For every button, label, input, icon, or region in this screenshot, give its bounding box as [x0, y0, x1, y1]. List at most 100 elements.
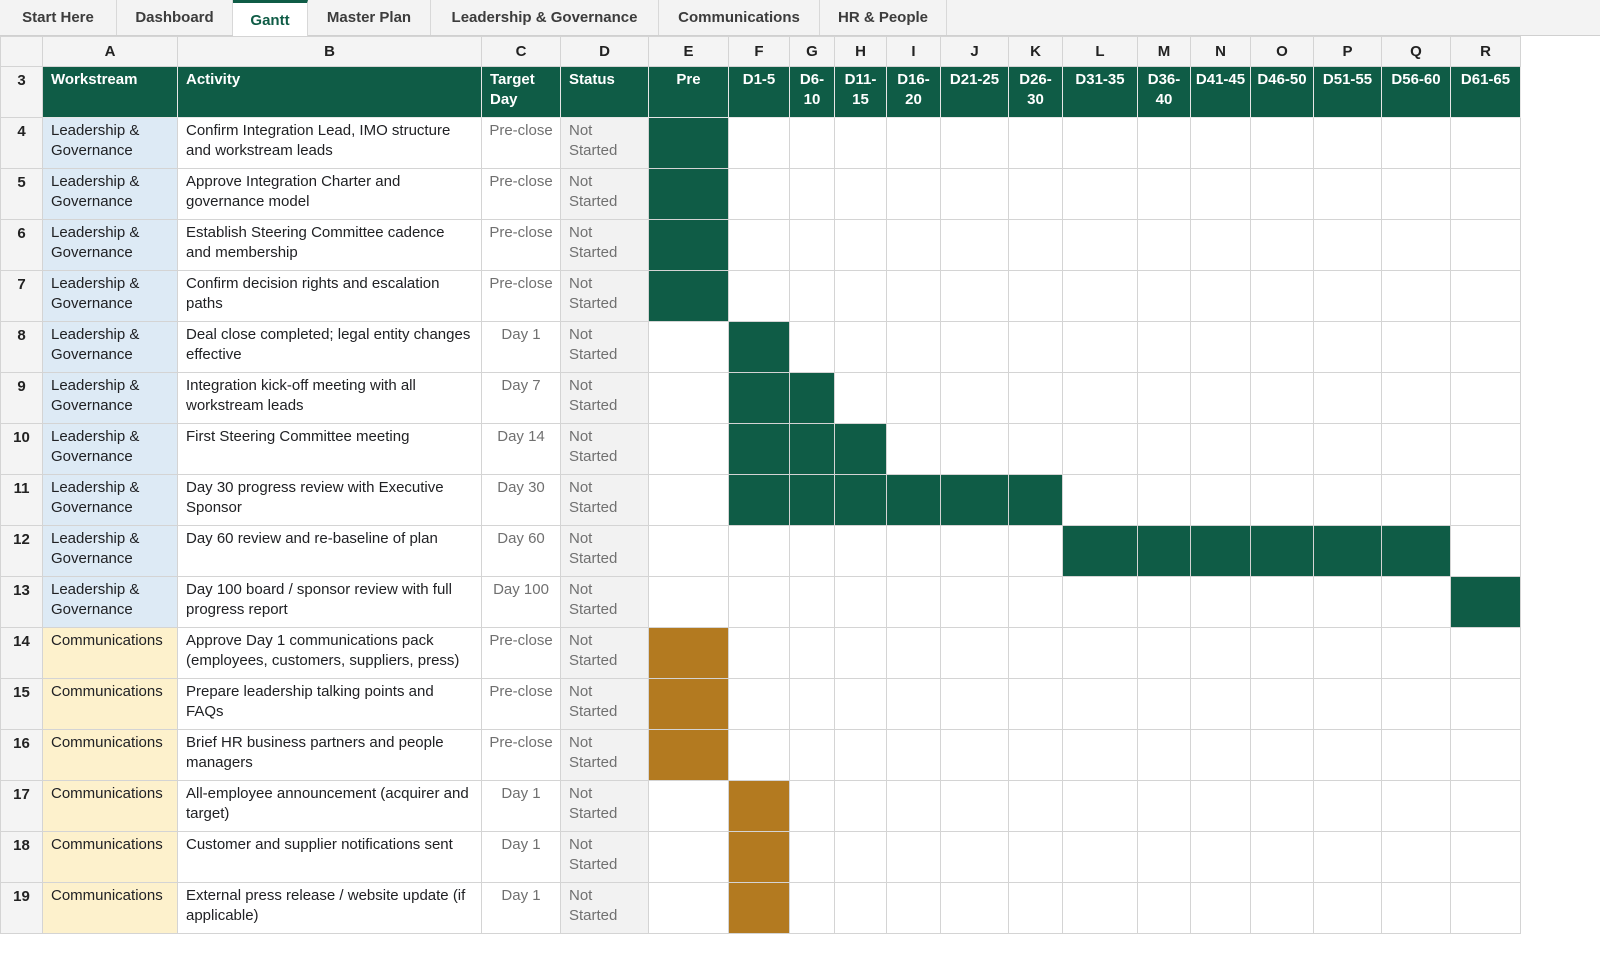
column-header-q[interactable]: Q [1381, 36, 1451, 67]
gantt-empty-cell[interactable] [886, 270, 941, 322]
gantt-empty-cell[interactable] [1381, 219, 1451, 271]
gantt-empty-cell[interactable] [834, 321, 887, 373]
activity-cell[interactable]: Confirm Integration Lead, IMO structure … [177, 117, 482, 169]
workstream-cell[interactable]: Leadership & Governance [42, 168, 178, 220]
gantt-empty-cell[interactable] [1137, 882, 1191, 934]
gantt-empty-cell[interactable] [1381, 882, 1451, 934]
gantt-empty-cell[interactable] [789, 882, 835, 934]
column-header-r[interactable]: R [1450, 36, 1521, 67]
header-period[interactable]: D26-30 [1008, 66, 1063, 118]
target-day-cell[interactable]: Day 1 [481, 321, 561, 373]
gantt-empty-cell[interactable] [789, 117, 835, 169]
gantt-empty-cell[interactable] [1313, 831, 1382, 883]
gantt-empty-cell[interactable] [834, 729, 887, 781]
gantt-bar-cell[interactable] [648, 729, 729, 781]
gantt-empty-cell[interactable] [648, 780, 729, 832]
gantt-empty-cell[interactable] [1062, 729, 1138, 781]
workstream-cell[interactable]: Leadership & Governance [42, 219, 178, 271]
target-day-cell[interactable]: Day 60 [481, 525, 561, 577]
gantt-bar-cell[interactable] [1450, 576, 1521, 628]
gantt-bar-cell[interactable] [728, 372, 790, 424]
gantt-empty-cell[interactable] [1137, 117, 1191, 169]
workstream-cell[interactable]: Leadership & Governance [42, 321, 178, 373]
gantt-empty-cell[interactable] [1190, 831, 1251, 883]
gantt-empty-cell[interactable] [1190, 168, 1251, 220]
gantt-empty-cell[interactable] [1137, 576, 1191, 628]
gantt-empty-cell[interactable] [1008, 321, 1063, 373]
gantt-empty-cell[interactable] [1190, 270, 1251, 322]
gantt-empty-cell[interactable] [1381, 831, 1451, 883]
gantt-bar-cell[interactable] [648, 219, 729, 271]
tab-dashboard[interactable]: Dashboard [117, 0, 233, 35]
gantt-empty-cell[interactable] [789, 168, 835, 220]
header-period[interactable]: Pre [648, 66, 729, 118]
row-number[interactable]: 5 [0, 168, 43, 220]
gantt-empty-cell[interactable] [940, 525, 1009, 577]
gantt-empty-cell[interactable] [1062, 627, 1138, 679]
gantt-bar-cell[interactable] [834, 423, 887, 475]
workstream-cell[interactable]: Communications [42, 831, 178, 883]
gantt-empty-cell[interactable] [728, 678, 790, 730]
activity-cell[interactable]: Approve Integration Charter and governan… [177, 168, 482, 220]
gantt-empty-cell[interactable] [1313, 729, 1382, 781]
status-cell[interactable]: Not Started [560, 729, 649, 781]
gantt-empty-cell[interactable] [1137, 270, 1191, 322]
gantt-empty-cell[interactable] [648, 372, 729, 424]
row-number[interactable]: 4 [0, 117, 43, 169]
gantt-empty-cell[interactable] [1250, 321, 1314, 373]
gantt-empty-cell[interactable] [1450, 321, 1521, 373]
activity-cell[interactable]: Deal close completed; legal entity chang… [177, 321, 482, 373]
column-header-l[interactable]: L [1062, 36, 1138, 67]
gantt-empty-cell[interactable] [886, 780, 941, 832]
gantt-empty-cell[interactable] [1313, 576, 1382, 628]
workstream-cell[interactable]: Communications [42, 882, 178, 934]
gantt-empty-cell[interactable] [1062, 321, 1138, 373]
gantt-bar-cell[interactable] [648, 270, 729, 322]
target-day-cell[interactable]: Day 100 [481, 576, 561, 628]
gantt-empty-cell[interactable] [789, 576, 835, 628]
gantt-empty-cell[interactable] [1008, 780, 1063, 832]
column-header-m[interactable]: M [1137, 36, 1191, 67]
gantt-empty-cell[interactable] [1313, 882, 1382, 934]
gantt-bar-cell[interactable] [789, 372, 835, 424]
gantt-empty-cell[interactable] [886, 678, 941, 730]
gantt-empty-cell[interactable] [834, 117, 887, 169]
row-number[interactable]: 10 [0, 423, 43, 475]
gantt-empty-cell[interactable] [886, 372, 941, 424]
column-header-i[interactable]: I [886, 36, 941, 67]
gantt-empty-cell[interactable] [1137, 627, 1191, 679]
status-cell[interactable]: Not Started [560, 780, 649, 832]
gantt-empty-cell[interactable] [728, 525, 790, 577]
gantt-empty-cell[interactable] [1250, 474, 1314, 526]
gantt-empty-cell[interactable] [886, 831, 941, 883]
header-period[interactable]: D6-10 [789, 66, 835, 118]
activity-cell[interactable]: First Steering Committee meeting [177, 423, 482, 475]
gantt-bar-cell[interactable] [1381, 525, 1451, 577]
target-day-cell[interactable]: Pre-close [481, 270, 561, 322]
gantt-empty-cell[interactable] [886, 576, 941, 628]
row-number[interactable]: 17 [0, 780, 43, 832]
gantt-empty-cell[interactable] [1450, 780, 1521, 832]
gantt-empty-cell[interactable] [1190, 117, 1251, 169]
status-cell[interactable]: Not Started [560, 627, 649, 679]
gantt-empty-cell[interactable] [1190, 780, 1251, 832]
workstream-cell[interactable]: Leadership & Governance [42, 372, 178, 424]
gantt-empty-cell[interactable] [1137, 321, 1191, 373]
gantt-empty-cell[interactable] [1137, 474, 1191, 526]
gantt-empty-cell[interactable] [1062, 576, 1138, 628]
gantt-empty-cell[interactable] [789, 627, 835, 679]
gantt-empty-cell[interactable] [1313, 780, 1382, 832]
row-number[interactable]: 8 [0, 321, 43, 373]
status-cell[interactable]: Not Started [560, 219, 649, 271]
gantt-bar-cell[interactable] [648, 627, 729, 679]
gantt-bar-cell[interactable] [940, 474, 1009, 526]
gantt-empty-cell[interactable] [1250, 831, 1314, 883]
row-number[interactable]: 12 [0, 525, 43, 577]
gantt-bar-cell[interactable] [728, 780, 790, 832]
target-day-cell[interactable]: Pre-close [481, 117, 561, 169]
gantt-empty-cell[interactable] [834, 525, 887, 577]
gantt-bar-cell[interactable] [1062, 525, 1138, 577]
gantt-empty-cell[interactable] [1450, 423, 1521, 475]
header-period[interactable]: D51-55 [1313, 66, 1382, 118]
status-cell[interactable]: Not Started [560, 168, 649, 220]
